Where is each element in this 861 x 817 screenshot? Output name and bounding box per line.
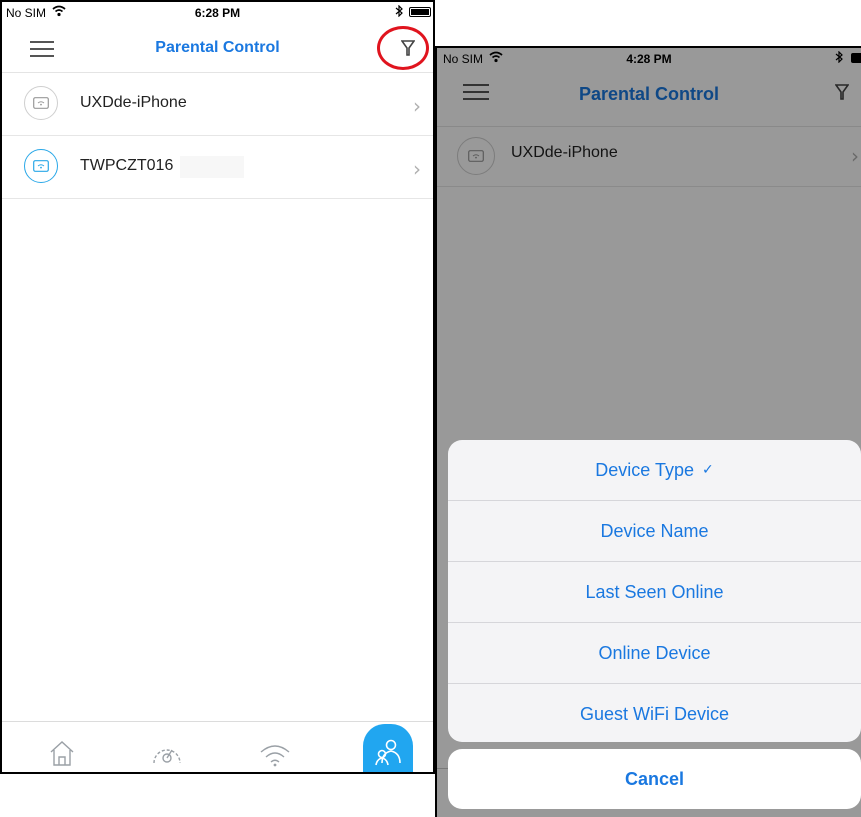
nav-bar: Parental Control xyxy=(2,24,433,73)
device-name: TWPCZT016 xyxy=(80,157,174,174)
tab-bar xyxy=(2,721,433,772)
device-name: UXDde-iPhone xyxy=(80,94,187,111)
sort-option-device-type[interactable]: Device Type ✓ xyxy=(448,440,861,501)
device-row[interactable]: TWPCZT016 › xyxy=(2,136,433,199)
sort-action-sheet: Device Type ✓ Device Name Last Seen Onli… xyxy=(448,440,861,742)
chevron-right-icon: › xyxy=(413,94,421,118)
option-label: Device Name xyxy=(600,520,709,541)
tab-speed[interactable] xyxy=(137,724,197,772)
page-title: Parental Control xyxy=(155,39,280,56)
option-label: Online Device xyxy=(598,642,711,663)
status-time: 6:28 PM xyxy=(194,6,241,20)
left-phone-screen: No SIM 6:28 PM Parental Control UXDde-iP… xyxy=(0,0,435,774)
speedometer-icon xyxy=(150,741,184,772)
tab-parental-control[interactable] xyxy=(363,724,413,772)
sort-option-device-name[interactable]: Device Name xyxy=(448,501,861,562)
tab-home[interactable] xyxy=(32,724,92,772)
wifi-icon xyxy=(258,743,292,772)
parental-control-icon xyxy=(373,737,403,772)
redacted-area xyxy=(180,156,244,178)
option-label: Last Seen Online xyxy=(585,581,724,602)
option-label: Device Type xyxy=(595,459,694,480)
status-bar: No SIM 6:28 PM xyxy=(2,2,433,24)
device-icon xyxy=(24,86,58,120)
cancel-button[interactable]: Cancel xyxy=(448,749,861,809)
right-phone-screen: No SIM 4:28 PM Parental Control UXDde-iP… xyxy=(435,46,861,817)
battery-icon xyxy=(409,7,431,17)
checkmark-icon: ✓ xyxy=(701,462,714,478)
chevron-right-icon: › xyxy=(413,157,421,181)
sort-option-guest-wifi-device[interactable]: Guest WiFi Device xyxy=(448,684,861,742)
device-icon-online xyxy=(24,149,58,183)
device-row[interactable]: UXDde-iPhone › xyxy=(2,73,433,136)
sort-option-online-device[interactable]: Online Device xyxy=(448,623,861,684)
highlight-circle-annotation xyxy=(377,26,429,70)
option-label: Guest WiFi Device xyxy=(579,703,730,724)
bluetooth-icon xyxy=(395,4,403,20)
tab-wifi[interactable] xyxy=(245,724,305,772)
sort-option-last-seen-online[interactable]: Last Seen Online xyxy=(448,562,861,623)
home-icon xyxy=(48,739,76,772)
